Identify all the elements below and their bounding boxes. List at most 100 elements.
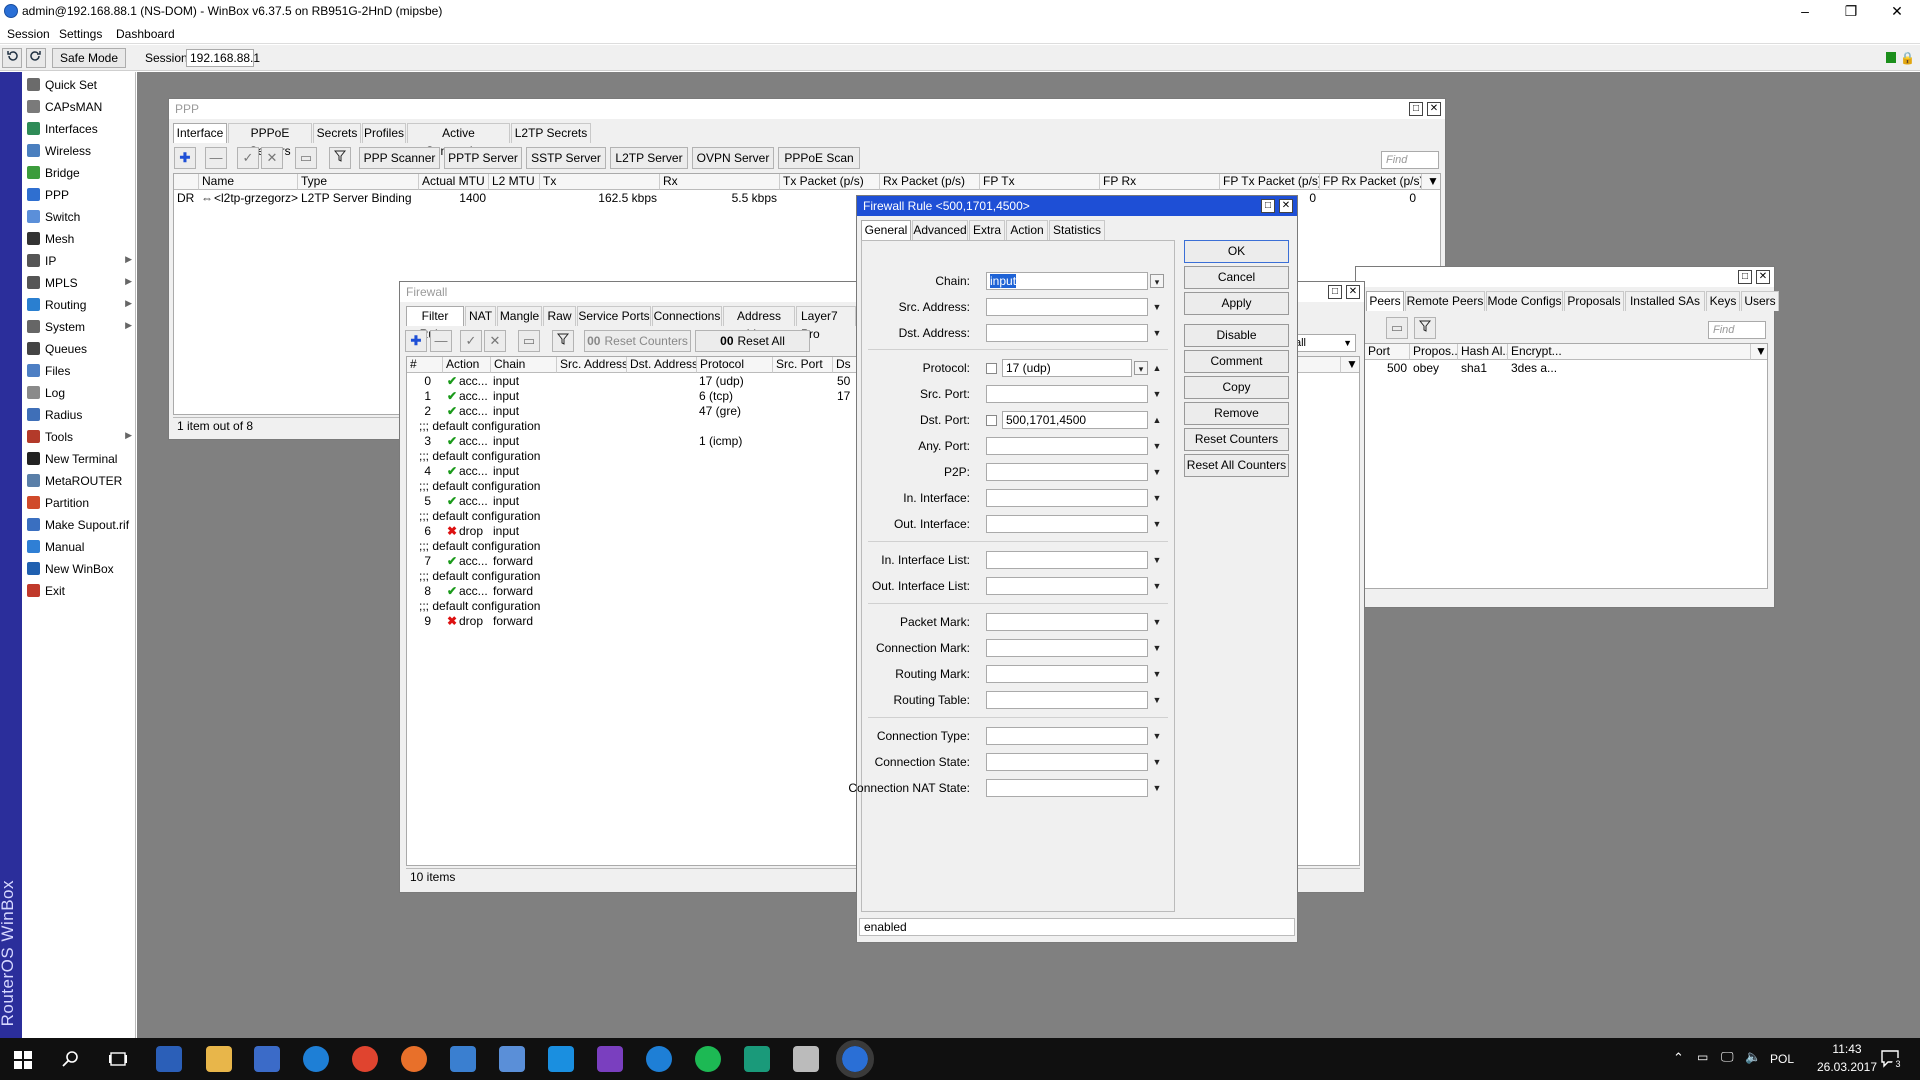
in-interface-list-input[interactable] xyxy=(986,551,1148,569)
comment-rule-button[interactable]: ▭ xyxy=(518,330,540,352)
tab-action[interactable]: Action xyxy=(1006,220,1048,240)
p2p-input[interactable] xyxy=(986,463,1148,481)
sidebar-item-switch[interactable]: Switch xyxy=(22,206,136,228)
tab-statistics[interactable]: Statistics xyxy=(1049,220,1105,240)
file-explorer-icon[interactable] xyxy=(206,1046,232,1072)
sidebar-item-ip[interactable]: IP ▶ xyxy=(22,250,136,272)
settings-icon[interactable] xyxy=(793,1046,819,1072)
connection-nat-state-dropdown-icon[interactable]: ▼ xyxy=(1150,781,1164,795)
connection-nat-state-input[interactable] xyxy=(986,779,1148,797)
clock-time[interactable]: 11:43 xyxy=(1817,1042,1877,1056)
src-address-dropdown-icon[interactable]: ▼ xyxy=(1150,300,1164,314)
minimize-button[interactable]: – xyxy=(1782,0,1828,24)
sidebar-item-ppp[interactable]: PPP xyxy=(22,184,136,206)
in-interface-input[interactable] xyxy=(986,489,1148,507)
tab-connections[interactable]: Connections xyxy=(652,306,722,326)
language-indicator[interactable]: POL xyxy=(1770,1052,1794,1066)
reset-counters-button[interactable]: 00 Reset Counters xyxy=(584,330,691,352)
col-src-address[interactable]: Src. Address xyxy=(557,357,627,373)
tab-service-ports[interactable]: Service Ports xyxy=(577,306,651,326)
reset-counters-button[interactable]: Reset Counters xyxy=(1184,428,1289,451)
any-port-input[interactable] xyxy=(986,437,1148,455)
add-rule-button[interactable]: ✚ xyxy=(405,330,427,352)
disable-button[interactable]: ✕ xyxy=(261,147,283,169)
connection-state-dropdown-icon[interactable]: ▼ xyxy=(1150,755,1164,769)
save-icon[interactable] xyxy=(156,1046,182,1072)
show-hidden-icons[interactable]: ⌃ xyxy=(1673,1050,1684,1066)
ovpn-server-button[interactable]: OVPN Server xyxy=(692,147,774,169)
menu-session[interactable]: Session xyxy=(7,27,50,41)
routing-mark-input[interactable] xyxy=(986,665,1148,683)
maximize-button[interactable]: ❐ xyxy=(1828,0,1874,24)
col-rx[interactable]: Rx xyxy=(660,174,780,190)
sidebar-item-radius[interactable]: Radius xyxy=(22,404,136,426)
firefox-icon[interactable] xyxy=(401,1046,427,1072)
disable-rule-button[interactable]: ✕ xyxy=(484,330,506,352)
sidebar-item-exit[interactable]: Exit xyxy=(22,580,136,602)
col-tx[interactable]: Tx xyxy=(540,174,660,190)
close-button[interactable]: ✕ xyxy=(1874,0,1920,24)
tab-interface[interactable]: Interface xyxy=(173,123,227,143)
reset-all-counters-button[interactable]: Reset All Counters xyxy=(1184,454,1289,477)
packet-mark-dropdown-icon[interactable]: ▼ xyxy=(1150,615,1164,629)
sidebar-item-make-supout-rif[interactable]: Make Supout.rif xyxy=(22,514,136,536)
sidebar-item-system[interactable]: System ▶ xyxy=(22,316,136,338)
routing-mark-dropdown-icon[interactable]: ▼ xyxy=(1150,667,1164,681)
virtual-machine-icon[interactable] xyxy=(744,1046,770,1072)
ipsec-find-input[interactable]: Find xyxy=(1708,321,1766,339)
apply-button[interactable]: Apply xyxy=(1184,292,1289,315)
connection-mark-dropdown-icon[interactable]: ▼ xyxy=(1150,641,1164,655)
remove-button[interactable]: — xyxy=(205,147,227,169)
sidebar-item-wireless[interactable]: Wireless xyxy=(22,140,136,162)
cancel-button[interactable]: Cancel xyxy=(1184,266,1289,289)
filter-rules-button[interactable] xyxy=(552,330,574,352)
tab-proposals[interactable]: Proposals xyxy=(1564,291,1624,311)
redo-button[interactable] xyxy=(26,48,46,68)
tab-nat[interactable]: NAT xyxy=(465,306,496,326)
dst-port-remove-icon[interactable]: ▲ xyxy=(1150,413,1164,427)
tab-active-connections[interactable]: Active Connections xyxy=(407,123,510,158)
ipsec-comment-button[interactable]: ▭ xyxy=(1386,317,1408,339)
ipsec-filter-button[interactable] xyxy=(1414,317,1436,339)
dst-address-input[interactable] xyxy=(986,324,1148,342)
undo-button[interactable] xyxy=(2,48,22,68)
tab-l2tp-secrets[interactable]: L2TP Secrets xyxy=(511,123,591,143)
connection-type-input[interactable] xyxy=(986,727,1148,745)
col-protocol[interactable]: Protocol xyxy=(697,357,773,373)
col-fp-rx-packet[interactable]: FP Rx Packet (p/s) xyxy=(1320,174,1422,190)
add-button[interactable]: ✚ xyxy=(174,147,196,169)
network-tool-icon[interactable] xyxy=(254,1046,280,1072)
out-interface-dropdown-icon[interactable]: ▼ xyxy=(1150,517,1164,531)
ok-button[interactable]: OK xyxy=(1184,240,1289,263)
protocol-remove-icon[interactable]: ▲ xyxy=(1150,361,1164,375)
col-rx-packet[interactable]: Rx Packet (p/s) xyxy=(880,174,980,190)
edge-legacy-icon[interactable] xyxy=(303,1046,329,1072)
src-port-dropdown-icon[interactable]: ▼ xyxy=(1150,387,1164,401)
connection-mark-input[interactable] xyxy=(986,639,1148,657)
columns-dropdown-icon[interactable]: ▼ xyxy=(1422,174,1440,190)
volume-icon[interactable]: 🔈 xyxy=(1745,1049,1761,1065)
session-field[interactable]: 192.168.88.1 xyxy=(186,49,260,67)
col-fp-tx-packet[interactable]: FP Tx Packet (p/s) xyxy=(1220,174,1320,190)
network-icon[interactable]: 🖵 xyxy=(1721,1049,1734,1065)
remote-desktop-icon[interactable] xyxy=(499,1046,525,1072)
start-button[interactable] xyxy=(14,1051,32,1072)
edge-icon[interactable] xyxy=(646,1046,672,1072)
col-l2-mtu[interactable]: L2 MTU xyxy=(489,174,540,190)
ipsec-maximize-button[interactable]: □ xyxy=(1738,270,1752,284)
disable-button[interactable]: Disable xyxy=(1184,324,1289,347)
tab-remote-peers[interactable]: Remote Peers xyxy=(1405,291,1485,311)
pptp-server-button[interactable]: PPTP Server xyxy=(444,147,522,169)
chrome-icon[interactable] xyxy=(352,1046,378,1072)
sidebar-item-tools[interactable]: Tools ▶ xyxy=(22,426,136,448)
spotify-icon[interactable] xyxy=(695,1046,721,1072)
tab-secrets[interactable]: Secrets xyxy=(313,123,361,143)
sidebar-item-log[interactable]: Log xyxy=(22,382,136,404)
sidebar-item-new-terminal[interactable]: New Terminal xyxy=(22,448,136,470)
dst-port-input[interactable]: 500,1701,4500 xyxy=(1002,411,1148,429)
in-interface-dropdown-icon[interactable]: ▼ xyxy=(1150,491,1164,505)
task-view-button[interactable] xyxy=(108,1050,128,1071)
remove-button[interactable]: Remove xyxy=(1184,402,1289,425)
l2tp-server-button[interactable]: L2TP Server xyxy=(610,147,688,169)
sidebar-item-capsman[interactable]: CAPsMAN xyxy=(22,96,136,118)
